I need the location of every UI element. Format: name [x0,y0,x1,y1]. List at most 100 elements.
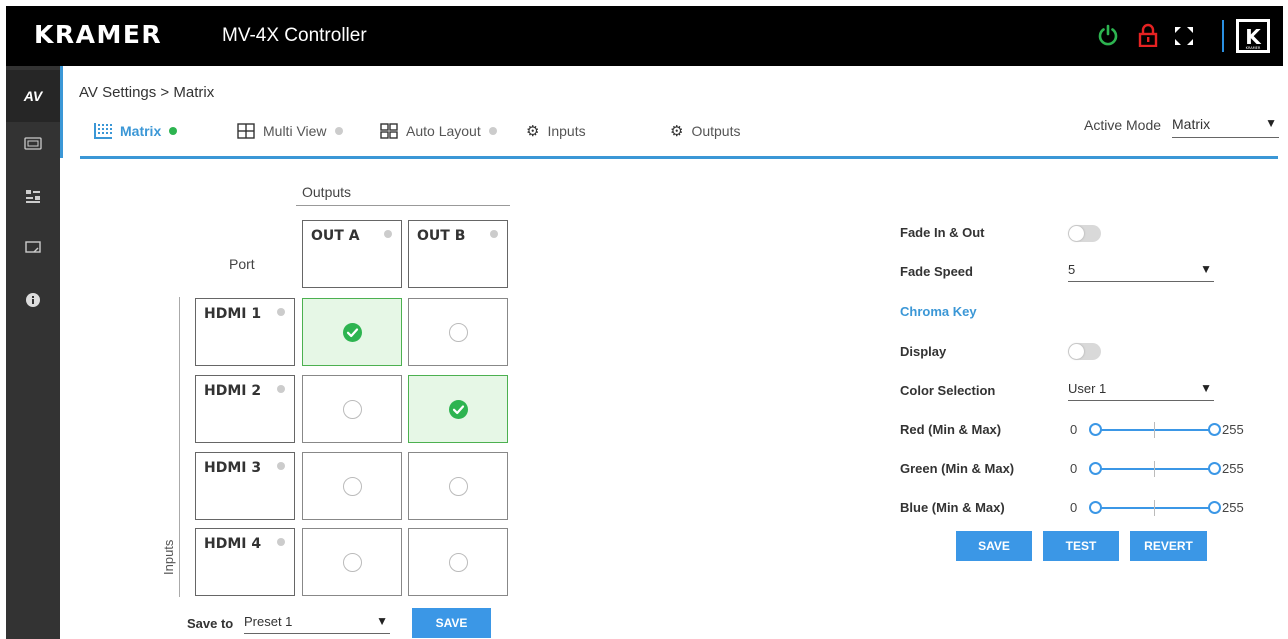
lock-icon[interactable] [1137,23,1159,47]
color-selection-select[interactable]: User 1 ▼ [1068,381,1214,401]
range-midpoint-tick [1154,422,1155,438]
power-icon[interactable] [1097,24,1119,46]
matrix-cell[interactable] [302,528,402,596]
status-dot [334,127,343,135]
auto-layout-icon [380,123,398,139]
active-mode-select[interactable]: Matrix ▼ [1172,116,1279,138]
range-min-handle[interactable] [1089,501,1102,514]
display-label: Display [900,344,947,359]
inputs-label: Inputs [161,539,176,575]
sidebar-item-display[interactable] [6,222,60,274]
input-header-hdmi-2: HDMI 2 [195,375,295,443]
range-midpoint-tick [1154,461,1155,477]
range-min-handle[interactable] [1089,462,1102,475]
color-selection-label: Color Selection [900,383,996,398]
input-name: HDMI 4 [204,536,262,552]
chroma-revert-button[interactable]: REVERT [1130,531,1207,561]
status-dot [488,127,497,135]
route-radio [343,477,362,496]
display-icon [25,241,41,253]
info-icon [26,293,40,307]
route-radio [449,477,468,496]
range-max-value: 255 [1222,461,1244,476]
range-max-handle[interactable] [1208,423,1221,436]
input-header-hdmi-3: HDMI 3 [195,452,295,520]
matrix-cell[interactable] [302,298,402,366]
route-radio [343,400,362,419]
blue-range-label: Blue (Min & Max) [900,500,1005,515]
green-range-label: Green (Min & Max) [900,461,1015,476]
tab-multi-view[interactable]: Multi View [237,121,343,141]
range-min-handle[interactable] [1089,423,1102,436]
content-accent-line [60,66,63,158]
tab-matrix-label: Matrix [120,123,162,139]
fade-in-out-toggle[interactable] [1068,225,1101,242]
header-divider [1222,20,1224,52]
matrix-cell[interactable] [302,375,402,443]
matrix-cell[interactable] [408,375,508,443]
tab-outputs-label: Outputs [691,123,741,139]
fade-speed-select[interactable]: 5 ▼ [1068,262,1214,282]
active-mode-value: Matrix [1172,116,1211,132]
port-label: Port [229,256,255,272]
breadcrumb: AV Settings > Matrix [79,84,215,101]
green-range-slider[interactable]: 0 255 [1068,460,1253,478]
status-dot [277,308,285,316]
tab-multi-view-label: Multi View [263,123,327,139]
save-preset-button[interactable]: SAVE [412,608,491,638]
matrix-cell[interactable] [302,452,402,520]
tab-inputs[interactable]: ⚙ Inputs [526,121,586,141]
status-dot [490,230,498,238]
tab-matrix[interactable]: Matrix [94,121,178,141]
range-min-value: 0 [1070,422,1078,437]
matrix-cell[interactable] [408,528,508,596]
kramer-k-logo: K KRAMER [1236,19,1270,53]
fullscreen-icon[interactable] [1172,24,1196,48]
input-header-hdmi-4: HDMI 4 [195,528,295,596]
status-dot [277,385,285,393]
matrix-cell[interactable] [408,298,508,366]
gear-icon: ⚙ [526,123,540,140]
tab-inputs-label: Inputs [547,123,586,139]
outputs-header: Outputs [302,184,352,200]
range-midpoint-tick [1154,500,1155,516]
chroma-test-button[interactable]: TEST [1043,531,1119,561]
fade-in-out-label: Fade In & Out [900,225,985,240]
range-max-handle[interactable] [1208,501,1221,514]
status-dot [384,230,392,238]
input-header-hdmi-1: HDMI 1 [195,298,295,366]
sidebar-item-av[interactable]: AV [6,70,60,122]
chroma-save-button[interactable]: SAVE [956,531,1032,561]
dropdown-arrow-icon: ▼ [1200,262,1212,276]
red-range-slider[interactable]: 0 255 [1068,421,1253,439]
check-icon [452,405,465,415]
sidebar-item-settings[interactable] [6,170,60,222]
preset-select[interactable]: Preset 1 ▼ [244,614,390,634]
toggle-knob [1069,344,1084,359]
input-name: HDMI 1 [204,306,262,322]
active-mode-label: Active Mode [1084,117,1162,133]
check-icon [346,328,359,338]
blue-range-slider[interactable]: 0 255 [1068,499,1253,517]
tab-auto-layout-label: Auto Layout [406,123,481,139]
matrix-cell[interactable] [408,452,508,520]
tab-outputs[interactable]: ⚙ Outputs [670,121,740,141]
dropdown-arrow-icon: ▼ [1265,116,1277,130]
toggle-knob [1069,226,1084,241]
range-max-handle[interactable] [1208,462,1221,475]
input-name: HDMI 3 [204,460,262,476]
fade-speed-value: 5 [1068,262,1076,277]
range-max-value: 255 [1222,500,1244,515]
route-radio [449,553,468,572]
sidebar-item-info[interactable] [6,274,60,326]
av-icon: AV [23,88,43,104]
preset-value: Preset 1 [244,614,293,629]
gear-icon: ⚙ [670,123,684,140]
multi-view-icon [237,123,255,139]
inputs-bracket [179,297,180,597]
brand-logo: KRAMER [34,20,163,49]
sidebar-item-edid[interactable] [6,118,60,170]
display-toggle[interactable] [1068,343,1101,360]
tab-auto-layout[interactable]: Auto Layout [380,121,497,141]
output-header-out-b: OUT B [408,220,508,288]
